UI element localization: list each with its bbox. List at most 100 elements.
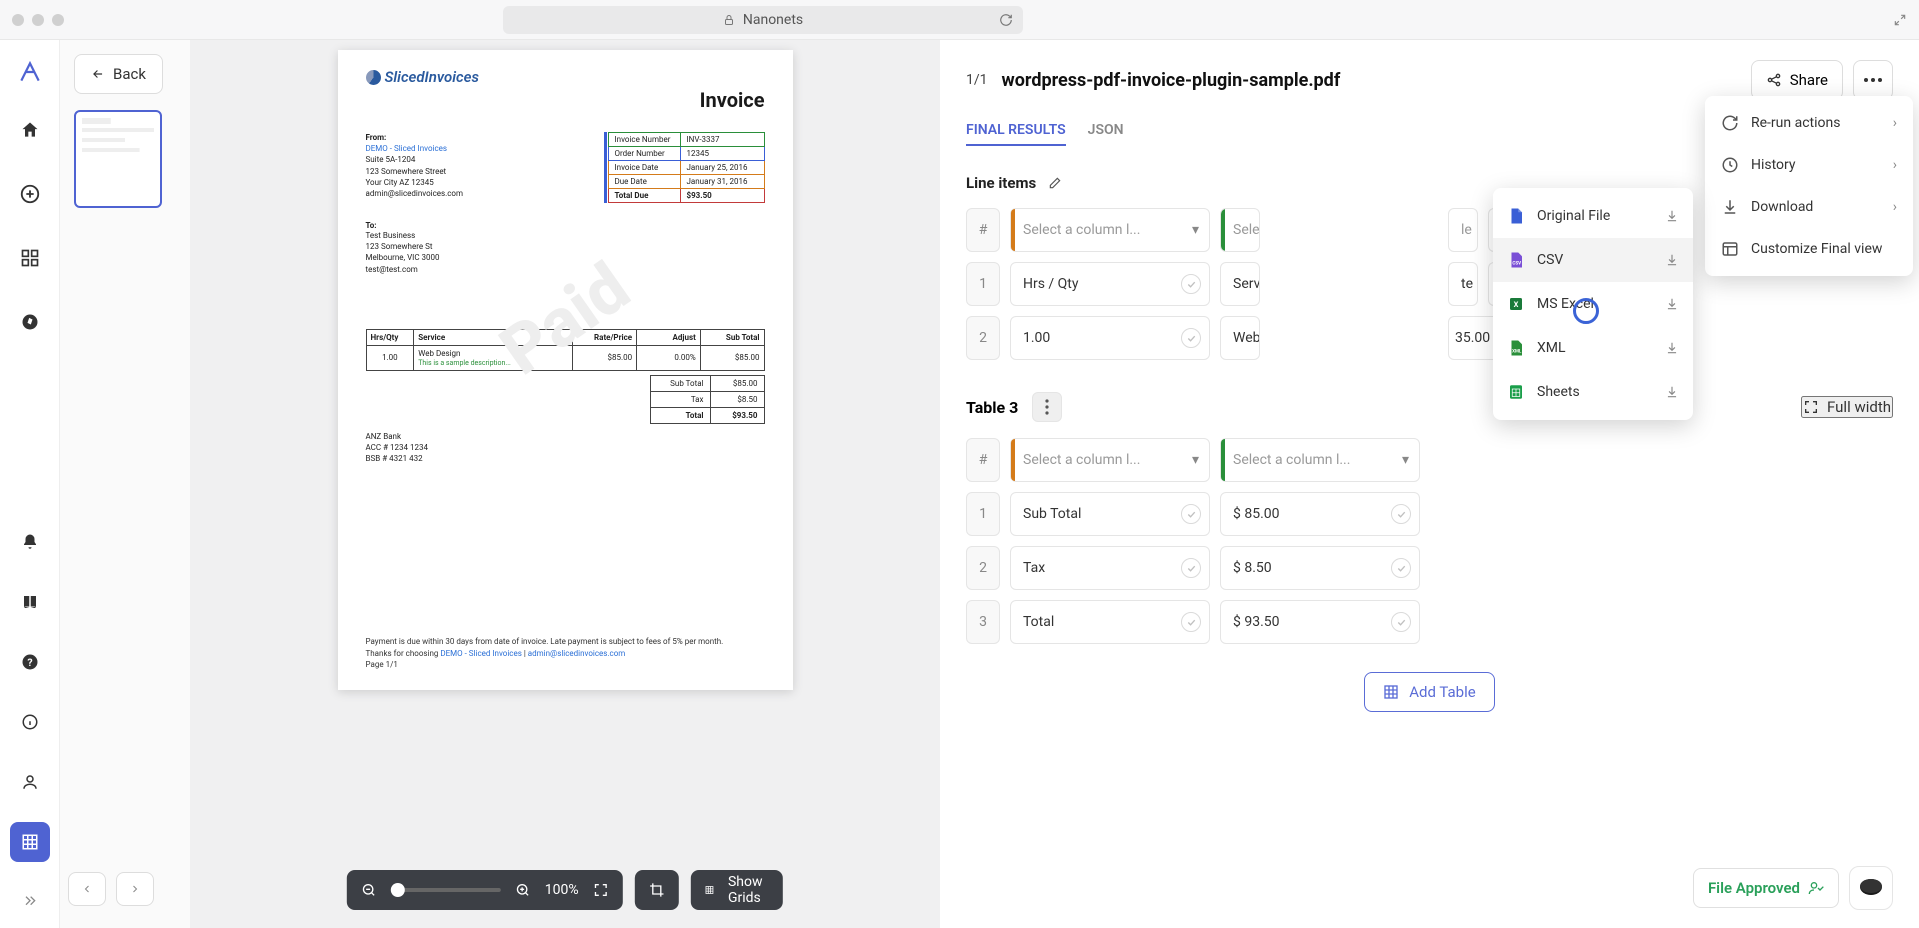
download-icon <box>1721 198 1739 216</box>
file-icon <box>1507 206 1525 226</box>
doc-footer: Payment is due within 30 days from date … <box>366 636 765 670</box>
info-icon[interactable] <box>10 702 50 742</box>
fullscreen-icon[interactable] <box>593 882 609 898</box>
cell[interactable]: Sub Total <box>1010 492 1210 536</box>
cell[interactable]: $ 8.50 <box>1220 546 1420 590</box>
zoom-slider[interactable] <box>391 888 501 892</box>
cell[interactable]: te <box>1448 262 1478 306</box>
sheets-file-icon <box>1507 382 1525 402</box>
help-icon[interactable]: ? <box>10 642 50 682</box>
zoom-controls: 100% <box>347 870 623 910</box>
show-grids-button[interactable]: Show Grids <box>691 870 784 910</box>
xml-file-icon: XML <box>1507 338 1525 358</box>
tab-final-results[interactable]: FINAL RESULTS <box>966 122 1066 146</box>
full-width-button[interactable]: Full width <box>1801 396 1893 418</box>
add-table-label: Add Table <box>1409 683 1475 701</box>
svg-text:?: ? <box>27 656 32 669</box>
row-num: 3 <box>966 600 1000 644</box>
chat-icon <box>1859 878 1883 898</box>
menu-rerun-actions[interactable]: Re-run actions › <box>1705 102 1913 144</box>
minimize-window-icon[interactable] <box>32 14 44 26</box>
bell-icon[interactable] <box>10 522 50 562</box>
add-table-button[interactable]: Add Table <box>1364 672 1494 712</box>
expand-window-icon[interactable] <box>1893 13 1907 27</box>
user-icon[interactable] <box>10 762 50 802</box>
download-excel[interactable]: X MS Excel <box>1493 282 1693 326</box>
more-button[interactable] <box>1853 60 1893 100</box>
expand-rail-icon[interactable] <box>22 894 38 910</box>
maximize-window-icon[interactable] <box>52 14 64 26</box>
table-options-button[interactable] <box>1032 392 1062 422</box>
data-grid-icon[interactable] <box>10 822 50 862</box>
file-name: wordpress-pdf-invoice-plugin-sample.pdf <box>1002 70 1341 91</box>
page-counter: 1/1 <box>966 72 988 88</box>
crop-button[interactable] <box>635 870 679 910</box>
share-button[interactable]: Share <box>1751 60 1843 100</box>
to-block: To: Test Business 123 Somewhere St Melbo… <box>366 221 765 275</box>
menu-history[interactable]: History › <box>1705 144 1913 186</box>
column-header[interactable]: Select a column l...▾ <box>1220 438 1420 482</box>
cell[interactable]: $ 93.50 <box>1220 600 1420 644</box>
column-header-1[interactable]: Select a column l...▾ <box>1010 208 1210 252</box>
row-num: 1 <box>966 262 1000 306</box>
user-check-icon <box>1808 880 1824 896</box>
doc-title: Invoice <box>366 88 765 112</box>
window-controls <box>12 14 64 26</box>
cell[interactable]: 1.00 <box>1010 316 1210 360</box>
column-header-2[interactable]: Select a column l... <box>1220 208 1260 252</box>
table-icon <box>1383 684 1399 700</box>
expand-icon <box>1803 399 1819 415</box>
edit-icon[interactable] <box>1048 176 1062 190</box>
download-csv[interactable]: CSV CSV <box>1493 238 1693 282</box>
summary-table: Sub Total$85.00 Tax$8.50 Total$93.50 <box>650 375 765 424</box>
arrow-left-icon <box>91 67 105 81</box>
cell[interactable]: Total <box>1010 600 1210 644</box>
svg-text:XML: XML <box>1512 349 1522 355</box>
cell[interactable]: Hrs / Qty <box>1010 262 1210 306</box>
column-header-3[interactable]: le <box>1448 208 1478 252</box>
chat-widget[interactable] <box>1849 866 1893 910</box>
meta-table: Invoice NumberINV-3337 Order Number12345… <box>608 132 765 203</box>
share-icon <box>1766 72 1782 88</box>
next-page-button[interactable] <box>116 872 154 906</box>
download-sheets[interactable]: Sheets <box>1493 370 1693 414</box>
table3-header: Table 3 Full width <box>966 392 1893 422</box>
cell[interactable]: $ 85.00 <box>1220 492 1420 536</box>
file-approved-button[interactable]: File Approved <box>1693 868 1839 908</box>
download-xml[interactable]: XML XML <box>1493 326 1693 370</box>
menu-customize-view[interactable]: Customize Final view <box>1705 228 1913 270</box>
download-submenu: Original File CSV CSV X MS Excel XM <box>1493 188 1693 420</box>
browser-titlebar: Nanonets <box>0 0 1919 40</box>
book-icon[interactable] <box>10 582 50 622</box>
add-icon[interactable] <box>10 174 50 214</box>
close-window-icon[interactable] <box>12 14 24 26</box>
more-icon <box>1864 78 1882 82</box>
results-panel: 1/1 wordpress-pdf-invoice-plugin-sample.… <box>940 40 1919 928</box>
download-original-file[interactable]: Original File <box>1493 194 1693 238</box>
row-num: 2 <box>966 316 1000 360</box>
cell[interactable]: Serv <box>1220 262 1260 306</box>
app-logo[interactable] <box>16 58 44 86</box>
zoom-in-icon[interactable] <box>515 882 531 898</box>
viewer-toolbar: 100% Show Grids <box>347 870 783 910</box>
tab-json[interactable]: JSON <box>1088 122 1124 146</box>
apps-icon[interactable] <box>10 238 50 278</box>
prev-page-button[interactable] <box>68 872 106 906</box>
page-thumbnail[interactable] <box>74 110 162 208</box>
refresh-icon <box>1721 114 1739 132</box>
back-button[interactable]: Back <box>74 54 163 94</box>
home-icon[interactable] <box>10 110 50 150</box>
layout-icon <box>1721 240 1739 258</box>
address-bar[interactable]: Nanonets <box>503 6 1023 34</box>
row-num: 2 <box>966 546 1000 590</box>
table3-editor: # Select a column l...▾ Select a column … <box>966 438 1893 644</box>
cell[interactable]: Tax <box>1010 546 1210 590</box>
excel-file-icon: X <box>1507 294 1525 314</box>
reload-icon[interactable] <box>999 13 1013 27</box>
column-header[interactable]: Select a column l...▾ <box>1010 438 1210 482</box>
cell[interactable]: Web <box>1220 316 1260 360</box>
zoom-out-icon[interactable] <box>361 882 377 898</box>
compass-icon[interactable] <box>10 302 50 342</box>
menu-download[interactable]: Download › Original File CSV CSV <box>1705 186 1913 228</box>
document-page[interactable]: Paid SlicedInvoices Invoice From: DEMO -… <box>338 50 793 690</box>
